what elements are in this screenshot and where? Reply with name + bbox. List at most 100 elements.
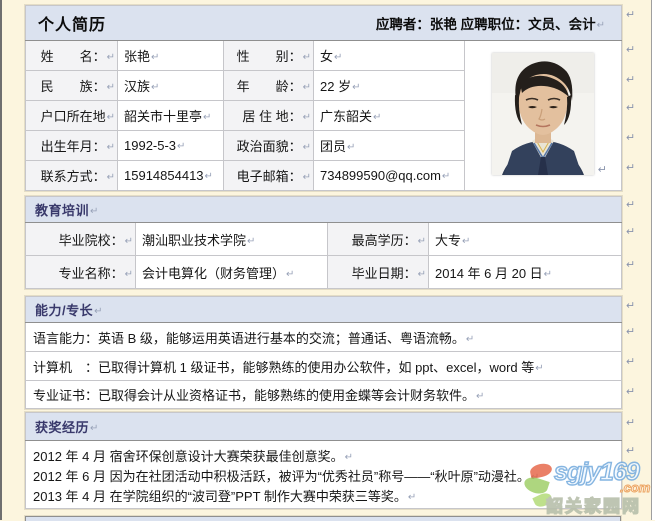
table-row: 计算机 ：已取得计算机 1 级证书，能够熟练的使用办公软件，如 ppt、exce… xyxy=(26,352,622,381)
field-label-degree: 最高学历：↵ xyxy=(328,223,429,256)
ability-language: 语言能力：英语 B 级，能够运用英语进行基本的交流；普通话、粤语流畅。↵ xyxy=(26,323,622,352)
cell-end-mark-icon: ↵ xyxy=(417,269,427,280)
field-value-email: 734899590@qq.com↵ xyxy=(314,161,465,191)
cell-end-mark-icon: ↵ xyxy=(302,142,312,153)
window-right-strip xyxy=(651,0,655,520)
section-title-education: 教育培训 xyxy=(27,203,89,218)
field-value-graduation-date: 2014 年 6 月 20 日↵ xyxy=(429,256,622,289)
table-row: 2012 年 4 月 宿舍环保创意设计大赛荣获最佳创意奖。↵ 2012 年 6 … xyxy=(26,441,622,509)
cell-end-mark-icon: ↵ xyxy=(407,492,417,503)
awards-section-bar: 获奖经历↵ xyxy=(26,413,622,441)
field-label-email: 电子邮箱：↵ xyxy=(224,161,314,191)
award-line: 2013 年 4 月 在学院组织的“波司登”PPT 制作大赛中荣获三等奖。↵ xyxy=(33,487,620,507)
field-value-school: 潮汕职业技术学院↵ xyxy=(136,223,328,256)
cell-end-mark-icon: ↵ xyxy=(204,171,214,182)
field-value-major: 会计电算化（财务管理）↵ xyxy=(136,256,328,289)
field-label-school: 毕业院校：↵ xyxy=(26,223,136,256)
table-row: 专业名称：↵ 会计电算化（财务管理）↵ 毕业日期：↵ 2014 年 6 月 20… xyxy=(26,256,622,289)
field-label-political-status: 政治面貌：↵ xyxy=(224,131,314,161)
field-value-name: 张艳↵ xyxy=(118,41,224,71)
window-left-edge xyxy=(0,0,2,520)
watermark-tld: .com xyxy=(620,480,650,495)
row-end-mark: ↵ xyxy=(626,227,635,238)
row-end-mark: ↵ xyxy=(626,327,635,338)
field-value-phone: 15914854413↵ xyxy=(118,161,224,191)
award-line: 2012 年 6 月 因为在社团活动中积极活跃，被评为“优秀社员”称号——“秋叶… xyxy=(33,467,620,487)
row-end-mark: ↵ xyxy=(626,301,635,312)
cell-end-mark-icon: ↵ xyxy=(372,112,382,123)
field-label-graduation-date: 毕业日期：↵ xyxy=(328,256,429,289)
cell-end-mark-icon: ↵ xyxy=(461,236,471,247)
page-title: 个人简历 xyxy=(27,11,106,35)
field-value-birthdate: 1992-5-3↵ xyxy=(118,131,224,161)
cell-end-mark-icon: ↵ xyxy=(124,269,134,280)
field-label-age: 年 龄：↵ xyxy=(224,71,314,101)
field-value-gender: 女↵ xyxy=(314,41,465,71)
cell-end-mark-icon: ↵ xyxy=(441,171,451,182)
award-line: 2012 年 4 月 宿舍环保创意设计大赛荣获最佳创意奖。↵ xyxy=(33,447,620,467)
field-label-phone: 联系方式：↵ xyxy=(26,161,118,191)
cell-end-mark-icon: ↵ xyxy=(302,112,312,123)
awards-table: 获奖经历↵ 2012 年 4 月 宿舍环保创意设计大赛荣获最佳创意奖。↵ 201… xyxy=(25,412,622,509)
field-value-political-status: 团员↵ xyxy=(314,131,465,161)
cell-end-mark-icon: ↵ xyxy=(534,363,544,374)
cell-end-mark-icon: ↵ xyxy=(246,236,256,247)
cell-end-mark-icon: ↵ xyxy=(302,82,312,93)
cell-end-mark-icon: ↵ xyxy=(285,269,295,280)
abilities-table: 能力/专长↵ 语言能力：英语 B 级，能够运用英语进行基本的交流；普通话、粤语流… xyxy=(25,296,622,409)
row-end-mark: ↵ xyxy=(626,357,635,368)
field-label-birthdate: 出生年月：↵ xyxy=(26,131,118,161)
field-label-major: 专业名称：↵ xyxy=(26,256,136,289)
cell-end-mark-icon: ↵ xyxy=(351,82,361,93)
cell-end-mark-icon: ↵ xyxy=(475,391,485,402)
row-end-mark: ↵ xyxy=(626,260,635,271)
cell-end-mark-icon: ↵ xyxy=(543,269,553,280)
paragraph-mark-icon: ↵ xyxy=(596,20,606,31)
cell-end-mark-icon: ↵ xyxy=(106,82,116,93)
cell-end-mark-icon: ↵ xyxy=(465,334,475,345)
ability-certificate: 专业证书：已取得会计从业资格证书，能够熟练的使用金蝶等会计财务软件。↵ xyxy=(26,381,622,409)
field-value-degree: 大专↵ xyxy=(429,223,622,256)
cell-end-mark-icon: ↵ xyxy=(346,142,356,153)
row-end-mark: ↵ xyxy=(626,387,635,398)
cell-end-mark-icon: ↵ xyxy=(344,452,354,463)
row-end-mark: ↵ xyxy=(626,103,635,114)
paragraph-mark-icon: ↵ xyxy=(89,206,99,217)
ability-computer: 计算机 ：已取得计算机 1 级证书，能够熟练的使用办公软件，如 ppt、exce… xyxy=(26,352,622,381)
field-value-age: 22 岁↵ xyxy=(314,71,465,101)
cell-end-mark-icon: ↵ xyxy=(302,52,312,63)
cell-end-mark-icon: ↵ xyxy=(150,82,160,93)
education-section-bar: 教育培训↵ xyxy=(26,197,622,223)
personal-info-table: 个人简历 应聘者：张艳 应聘职位：文员、会计↵ 姓 名：↵ 张艳↵ 性 别：↵ … xyxy=(25,5,622,191)
table-row: 毕业院校：↵ 潮汕职业技术学院↵ 最高学历：↵ 大专↵ xyxy=(26,223,622,256)
row-end-mark: ↵ xyxy=(626,163,635,174)
field-label-household: 户口所在地↵ xyxy=(26,101,118,131)
row-end-mark: ↵ xyxy=(626,200,635,211)
cell-end-mark-icon: ↵ xyxy=(333,52,343,63)
cell-end-mark-icon: ↵ xyxy=(124,236,134,247)
table-row: 专业证书：已取得会计从业资格证书，能够熟练的使用金蝶等会计财务软件。↵ xyxy=(26,381,622,409)
paragraph-mark-icon: ↵ xyxy=(93,306,103,317)
cell-end-mark-icon: ↵ xyxy=(106,52,116,63)
table-row: 姓 名：↵ 张艳↵ 性 别：↵ 女↵ xyxy=(26,41,622,71)
cell-end-mark-icon: ↵ xyxy=(106,112,116,123)
field-label-gender: 性 别：↵ xyxy=(224,41,314,71)
id-photo xyxy=(492,53,594,175)
abilities-section-bar: 能力/专长↵ xyxy=(26,297,622,323)
row-end-mark: ↵ xyxy=(626,45,635,56)
field-label-name: 姓 名：↵ xyxy=(26,41,118,71)
education-table: 教育培训↵ 毕业院校：↵ 潮汕职业技术学院↵ 最高学历：↵ 大专↵ 专业名称：↵… xyxy=(25,196,622,289)
field-value-ethnicity: 汉族↵ xyxy=(118,71,224,101)
cell-end-mark-icon: ↵ xyxy=(530,472,540,483)
resume-header-bar: 个人简历 应聘者：张艳 应聘职位：文员、会计↵ xyxy=(26,6,622,41)
cell-end-mark-icon: ↵ xyxy=(417,236,427,247)
cell-end-mark-icon: ↵ xyxy=(176,141,186,152)
photo-cell: ↵ xyxy=(465,41,622,191)
row-end-mark: ↵ xyxy=(626,418,635,429)
section-title-awards: 获奖经历 xyxy=(27,420,89,435)
cell-end-mark-icon: ↵ xyxy=(598,163,607,176)
awards-content: 2012 年 4 月 宿舍环保创意设计大赛荣获最佳创意奖。↵ 2012 年 6 … xyxy=(26,441,622,509)
cell-end-mark-icon: ↵ xyxy=(150,52,160,63)
table-row: 语言能力：英语 B 级，能够运用英语进行基本的交流；普通话、粤语流畅。↵ xyxy=(26,323,622,352)
field-value-residence: 广东韶关↵ xyxy=(314,101,465,131)
